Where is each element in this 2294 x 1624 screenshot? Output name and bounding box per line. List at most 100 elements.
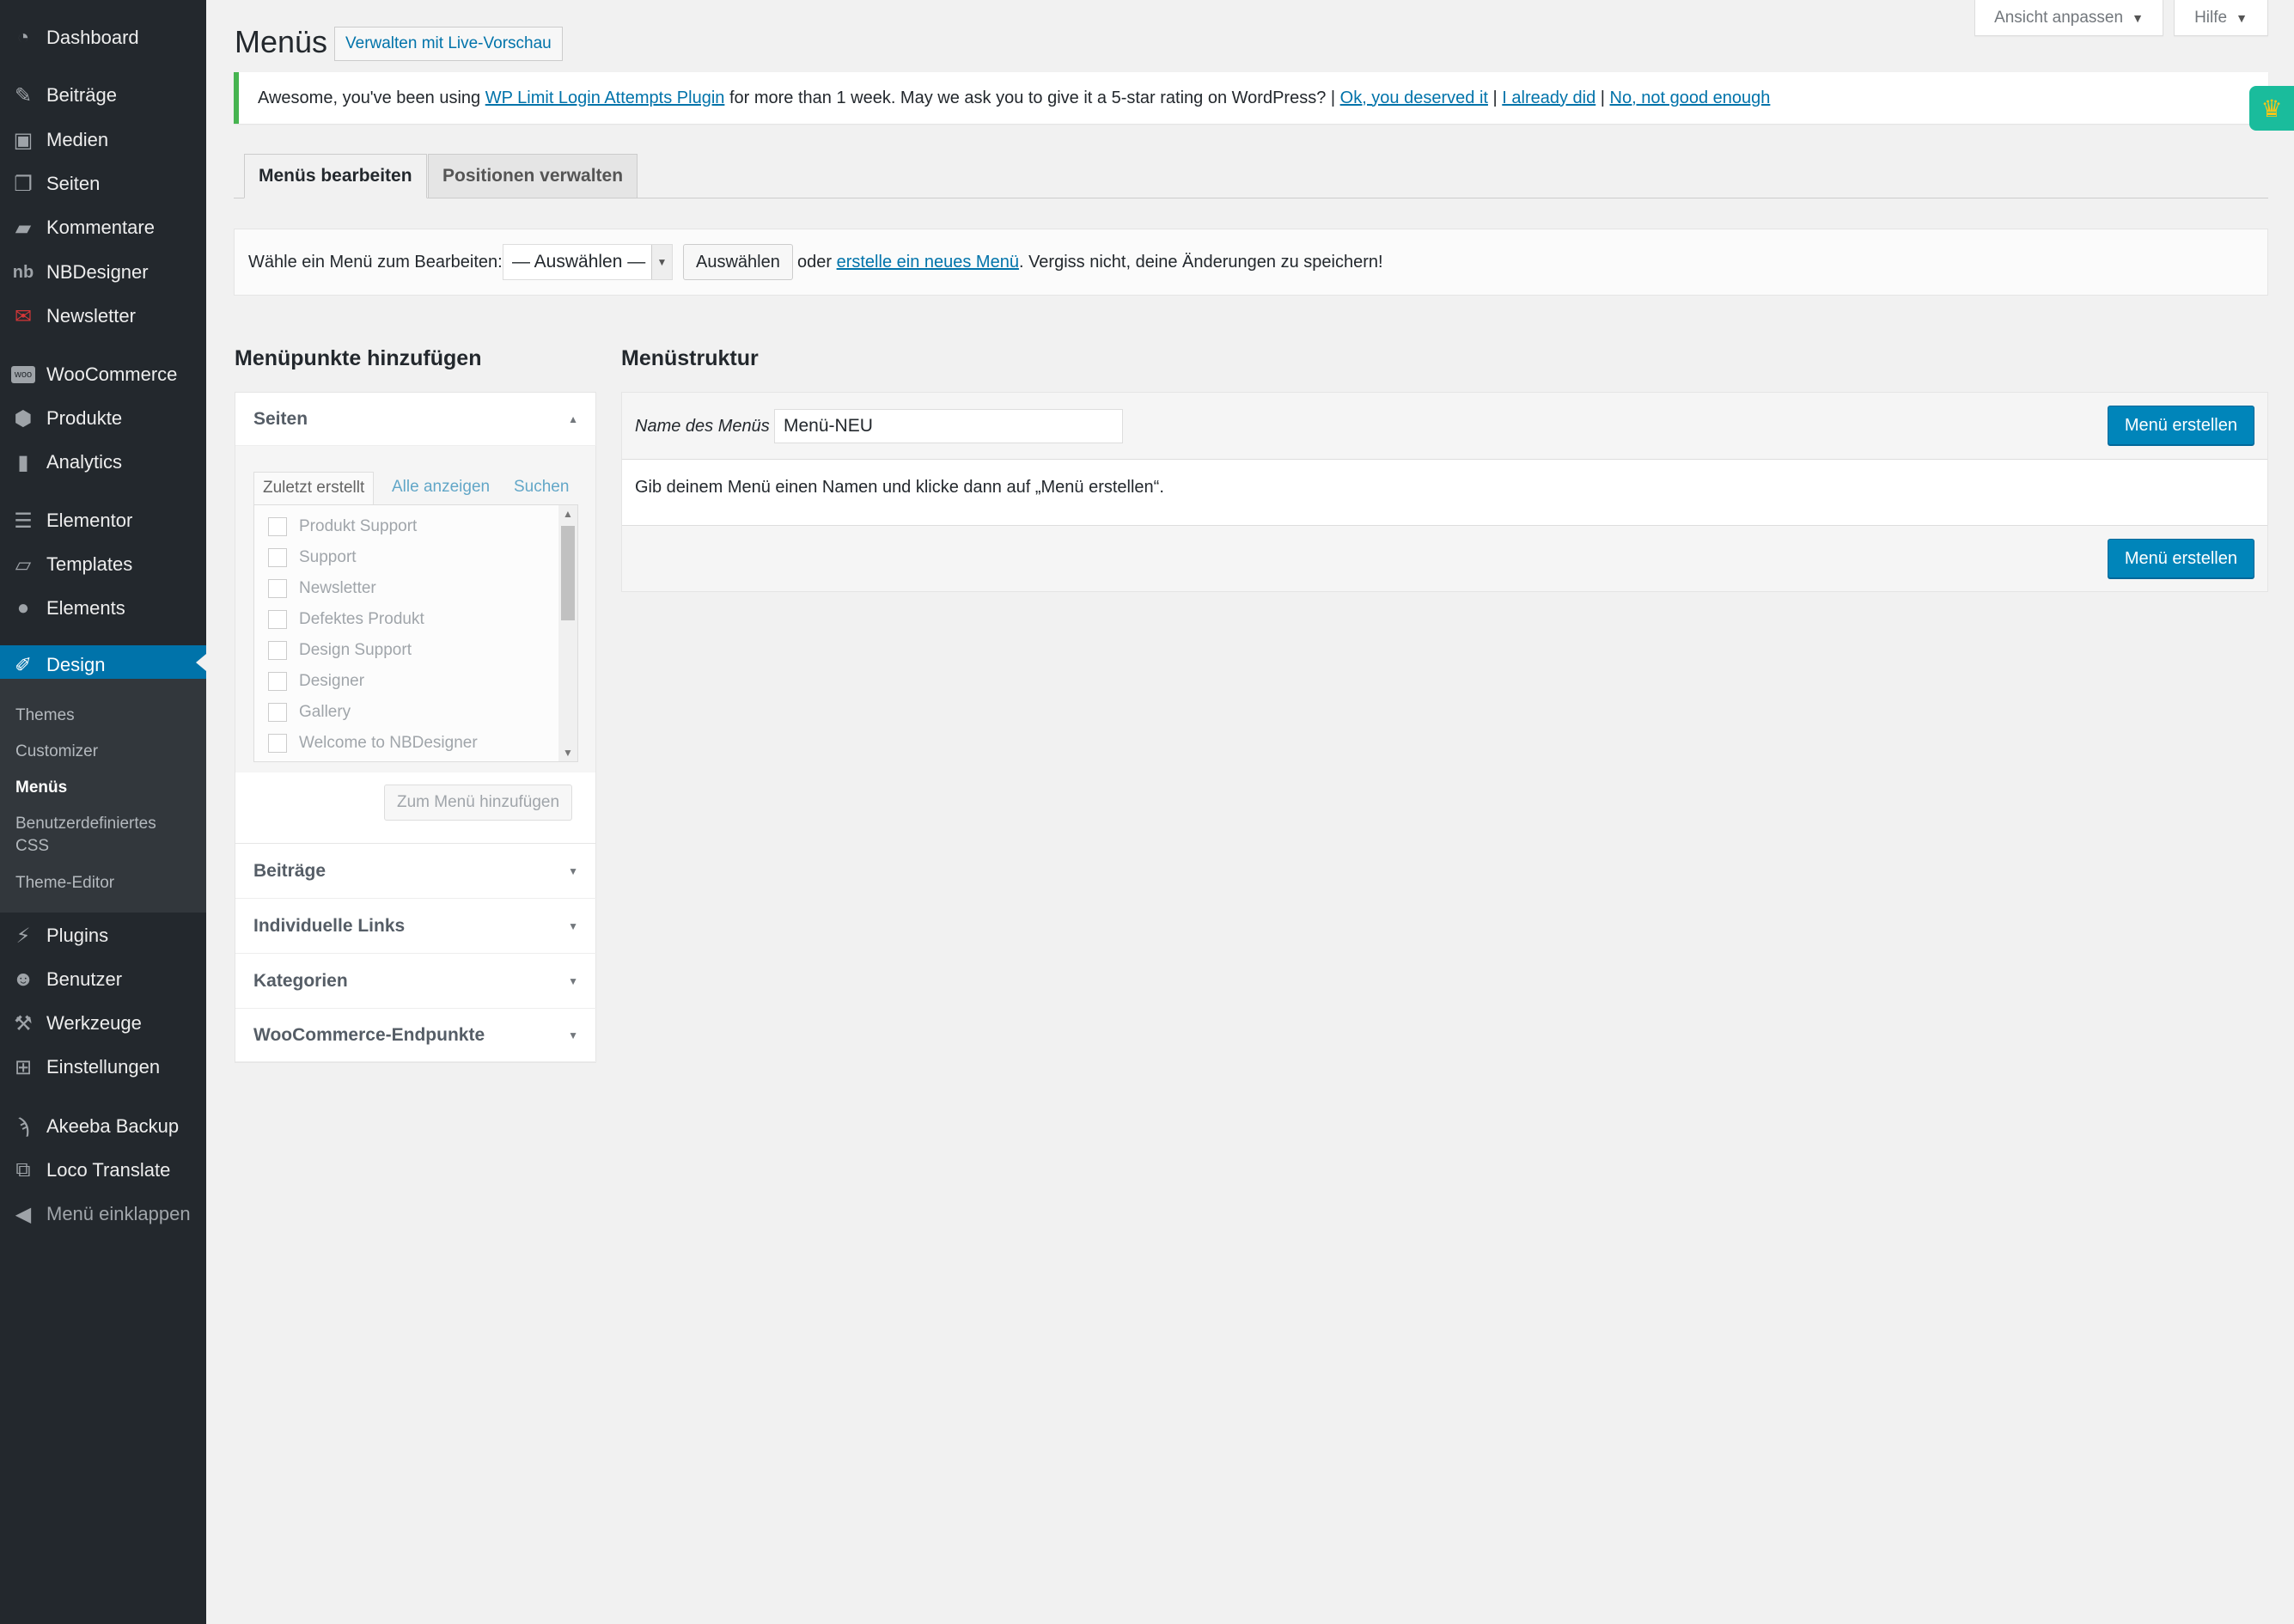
- list-item-label: Welcome to NBDesigner: [299, 734, 478, 752]
- tab-search[interactable]: Suchen: [514, 478, 569, 497]
- help-button[interactable]: Hilfe ▼: [2174, 0, 2268, 36]
- checkbox[interactable]: [268, 517, 287, 536]
- accordion-woocommerce-endpoints[interactable]: WooCommerce-Endpunkte ▼: [235, 1009, 597, 1062]
- accordion-kategorien[interactable]: Kategorien ▼: [235, 954, 597, 1009]
- list-item[interactable]: Produkt Support: [268, 514, 417, 540]
- sidebar-item-label: Einstellungen: [46, 1056, 161, 1078]
- sidebar-item-label: Loco Translate: [46, 1159, 171, 1181]
- tab-show-all[interactable]: Alle anzeigen: [392, 478, 490, 497]
- sidebar-item-werkzeuge[interactable]: ⚒ Werkzeuge: [0, 1006, 206, 1041]
- sidebar-item-produkte[interactable]: ⬢ Produkte: [0, 401, 206, 436]
- notice-separator: |: [1487, 88, 1503, 107]
- sidebar-item-elementor[interactable]: ☰ Elementor: [0, 504, 206, 538]
- list-item[interactable]: Defektes Produkt: [268, 607, 424, 632]
- sidebar-item-plugins[interactable]: ⚡ Plugins: [0, 919, 206, 953]
- select-menu-label: Wähle ein Menü zum Bearbeiten:: [248, 252, 503, 272]
- sidebar-collapse-menu[interactable]: ◀ Menü einklappen: [0, 1197, 206, 1231]
- comment-icon: ▰: [15, 216, 32, 240]
- list-item[interactable]: Designer: [268, 669, 364, 694]
- scroll-thumb[interactable]: [561, 526, 575, 620]
- accordion-title: WooCommerce-Endpunkte: [253, 1024, 485, 1045]
- sidebar-item-label: Templates: [46, 553, 133, 575]
- notice-text: Awesome, you've been using: [258, 88, 485, 107]
- submenu-custom-css[interactable]: Benutzerdefiniertes CSS: [15, 813, 187, 858]
- bar-chart-icon: ▮: [17, 450, 29, 474]
- add-to-menu-button[interactable]: Zum Menü hinzufügen: [384, 785, 573, 821]
- list-item[interactable]: Welcome to NBDesigner: [268, 730, 478, 756]
- sidebar-item-benutzer[interactable]: ☻ Benutzer: [0, 962, 206, 997]
- scroll-up-icon[interactable]: ▲: [558, 505, 577, 522]
- create-new-menu-link[interactable]: erstelle ein neues Menü: [837, 253, 1019, 272]
- sidebar-item-templates[interactable]: ▱ Templates: [0, 547, 206, 582]
- menu-name-input[interactable]: [774, 409, 1123, 443]
- sidebar-item-woocommerce[interactable]: woo WooCommerce: [0, 357, 206, 392]
- sidebar-item-nbdesigner[interactable]: nb NBDesigner: [0, 255, 206, 290]
- submenu-themes[interactable]: Themes: [15, 705, 75, 727]
- sidebar-item-newsletter[interactable]: ✉ Newsletter: [0, 299, 206, 333]
- checkbox[interactable]: [268, 734, 287, 753]
- tab-edit-menus[interactable]: Menüs bearbeiten: [244, 154, 427, 198]
- checkbox[interactable]: [268, 703, 287, 722]
- triangle-down-icon: ▼: [568, 864, 578, 877]
- accordion-beitraege[interactable]: Beiträge ▼: [235, 844, 597, 899]
- add-menu-items-heading: Menüpunkte hinzufügen: [235, 346, 482, 370]
- pages-icon: ❐: [14, 172, 33, 196]
- seiten-panel-title: Seiten: [253, 408, 308, 429]
- sidebar-item-einstellungen[interactable]: ⊞ Einstellungen: [0, 1050, 206, 1084]
- plugin-link[interactable]: WP Limit Login Attempts Plugin: [485, 89, 725, 108]
- list-item-label: Defektes Produkt: [299, 610, 424, 628]
- nbdesigner-icon: nb: [12, 262, 34, 282]
- not-good-link[interactable]: No, not good enough: [1610, 89, 1771, 108]
- newsletter-icon: ✉: [14, 304, 33, 328]
- elementor-icon: ☰: [14, 509, 33, 533]
- caret-down-icon: ▼: [2132, 10, 2144, 25]
- sidebar-item-elements[interactable]: ● Elements: [0, 591, 206, 626]
- triangle-down-icon: ▼: [568, 974, 578, 987]
- checkbox[interactable]: [268, 672, 287, 691]
- tab-recent[interactable]: Zuletzt erstellt: [253, 472, 375, 504]
- list-item[interactable]: Newsletter: [268, 576, 376, 601]
- crown-icon[interactable]: ♛: [2249, 86, 2294, 131]
- list-item[interactable]: Design Support: [268, 638, 412, 663]
- list-scrollbar[interactable]: ▲ ▼: [558, 505, 577, 761]
- akeeba-icon: ϡ: [17, 1114, 29, 1138]
- scroll-down-icon[interactable]: ▼: [558, 744, 577, 761]
- sidebar-item-akeeba-backup[interactable]: ϡ Akeeba Backup: [0, 1109, 206, 1144]
- create-menu-button[interactable]: Menü erstellen: [2107, 406, 2254, 445]
- screen-options-button[interactable]: Ansicht anpassen ▼: [1974, 0, 2163, 36]
- create-menu-button-bottom[interactable]: Menü erstellen: [2107, 539, 2254, 578]
- sidebar-item-loco-translate[interactable]: ⧉ Loco Translate: [0, 1153, 206, 1187]
- select-button[interactable]: Auswählen: [683, 244, 793, 280]
- collapsed-panels: Beiträge ▼ Individuelle Links ▼ Kategori…: [235, 843, 597, 1063]
- collapse-icon: ◀: [15, 1202, 32, 1226]
- tab-manage-locations[interactable]: Positionen verwalten: [428, 154, 638, 198]
- sidebar-item-analytics[interactable]: ▮ Analytics: [0, 445, 206, 479]
- menu-select-dropdown[interactable]: — Auswählen — ▼: [503, 244, 673, 280]
- chevron-down-icon: ▼: [651, 245, 672, 279]
- accordion-custom-links[interactable]: Individuelle Links ▼: [235, 899, 597, 954]
- menu-name-header: Name des Menüs Menü erstellen: [622, 393, 2267, 460]
- sidebar-item-dashboard[interactable]: ◔ Dashboard: [0, 21, 206, 55]
- submenu-theme-editor[interactable]: Theme-Editor: [15, 872, 114, 894]
- folder-icon: ▱: [15, 553, 32, 577]
- seiten-panel-header[interactable]: Seiten ▲: [235, 393, 597, 446]
- checkbox[interactable]: [268, 548, 287, 567]
- sidebar-item-kommentare[interactable]: ▰ Kommentare: [0, 211, 206, 245]
- checkbox[interactable]: [268, 579, 287, 598]
- list-item[interactable]: Gallery: [268, 699, 351, 725]
- list-item[interactable]: Support: [268, 545, 357, 571]
- rate-ok-link[interactable]: Ok, you deserved it: [1340, 89, 1488, 108]
- sidebar-item-seiten[interactable]: ❐ Seiten: [0, 167, 206, 201]
- sidebar-item-medien[interactable]: ▣ Medien: [0, 123, 206, 157]
- checkbox[interactable]: [268, 641, 287, 660]
- already-rated-link[interactable]: I already did: [1502, 89, 1595, 108]
- plugin-icon: ⚡: [15, 924, 31, 948]
- submenu-menues[interactable]: Menüs: [15, 777, 67, 799]
- caret-down-icon: ▼: [2236, 10, 2248, 25]
- live-preview-button[interactable]: Verwalten mit Live-Vorschau: [334, 27, 563, 61]
- checkbox[interactable]: [268, 610, 287, 629]
- sidebar-item-label: Analytics: [46, 451, 123, 473]
- sidebar-item-label: Newsletter: [46, 305, 136, 327]
- sidebar-item-beitraege[interactable]: ✎ Beiträge: [0, 78, 206, 113]
- submenu-customizer[interactable]: Customizer: [15, 741, 98, 763]
